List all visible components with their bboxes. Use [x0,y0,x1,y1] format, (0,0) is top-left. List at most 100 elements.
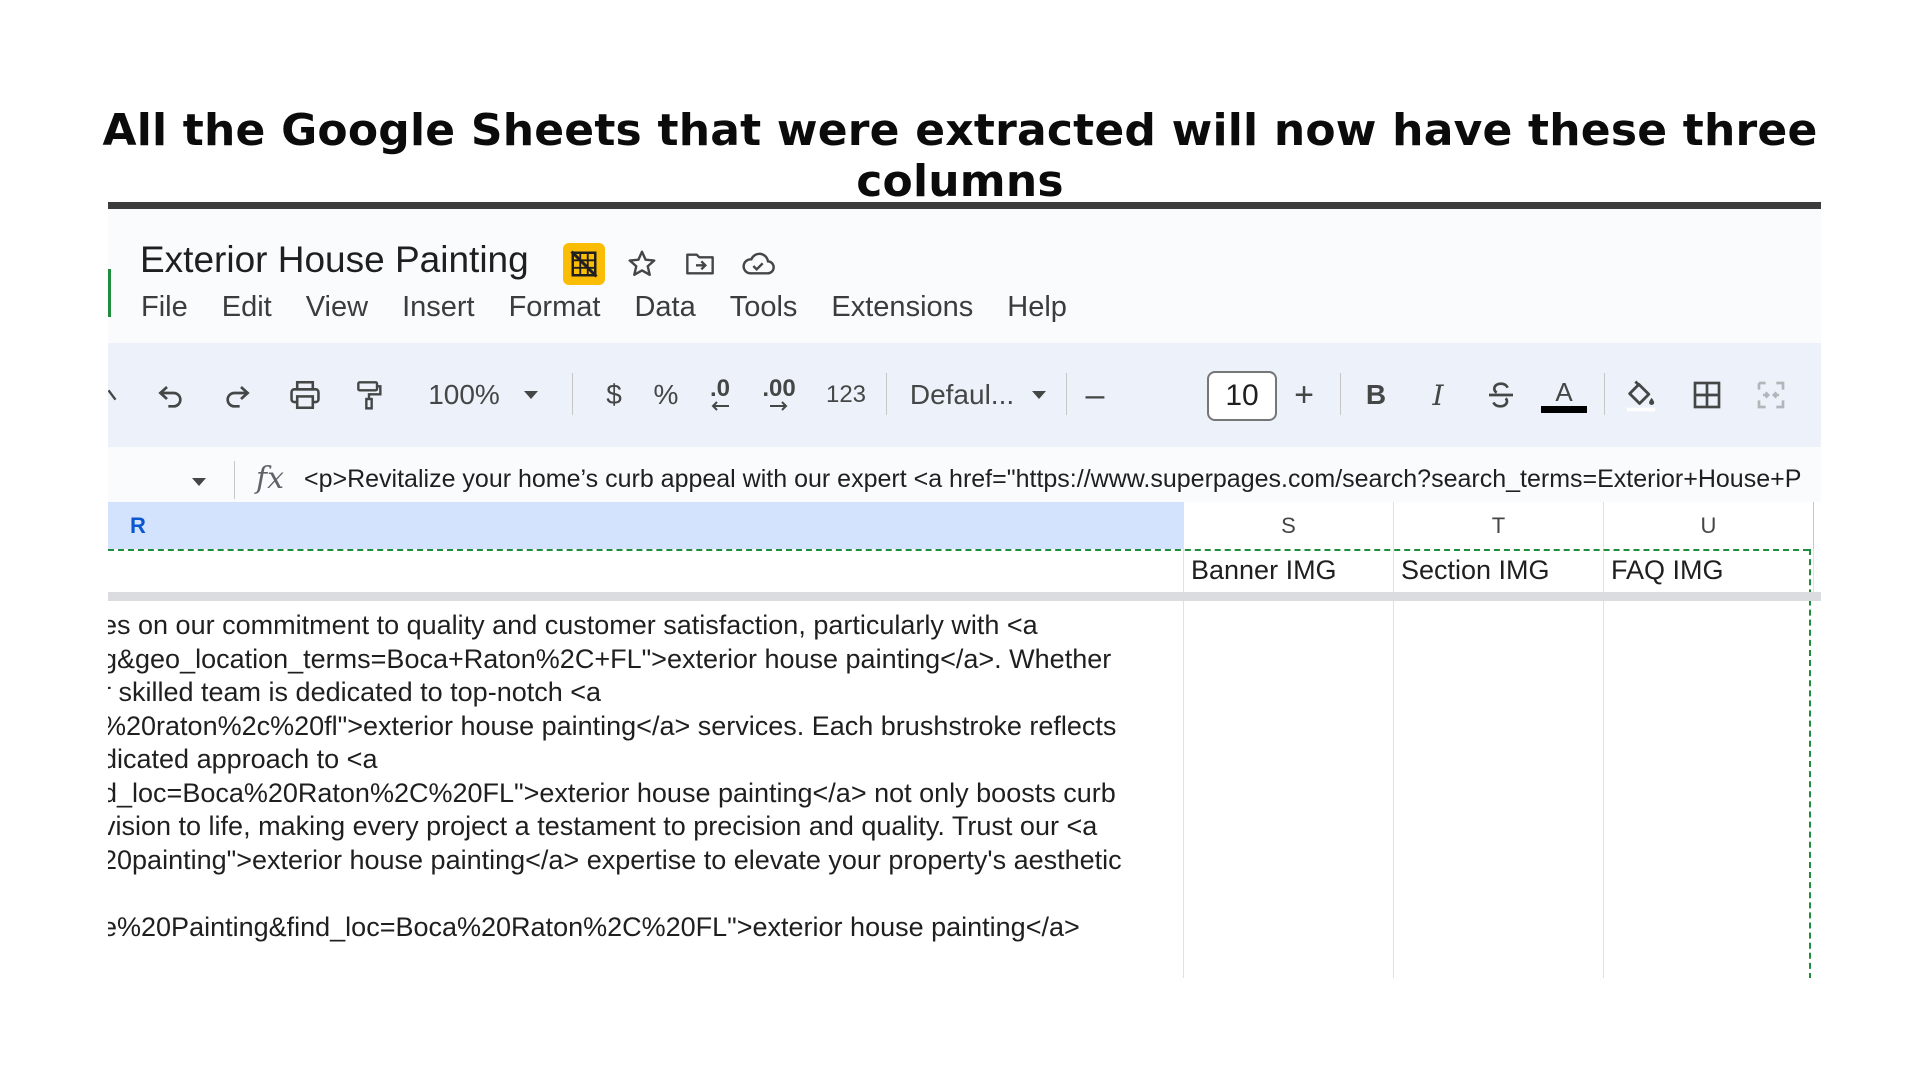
toolbar-separator [886,373,887,415]
formula-separator [234,461,235,499]
sheets-logo-edge [108,269,111,317]
cell-t1[interactable]: Section IMG [1394,549,1604,592]
menu-data[interactable]: Data [634,291,695,324]
cell-s1[interactable]: Banner IMG [1184,549,1394,592]
bold-label: B [1365,379,1387,410]
zoom-value: 100% [428,379,500,410]
italic-button[interactable]: I [1416,343,1460,447]
decrease-font-size-button[interactable]: – [1073,343,1117,447]
decrease-decimal-button[interactable]: .0 [694,343,746,447]
cell-u1[interactable]: FAQ IMG [1604,549,1814,592]
document-title[interactable]: Exterior House Painting [140,239,529,281]
cell-text-line [108,877,1174,911]
text-color-swatch [1541,405,1587,413]
arrow-left-icon [711,401,729,411]
menu-format[interactable]: Format [509,291,601,324]
star-icon[interactable] [621,243,663,285]
increase-decimal-label: .00 [762,375,796,402]
cell-text-line: dicated approach to <a [108,744,378,774]
undo-icon[interactable] [148,343,194,447]
column-s-label: S [1281,512,1296,538]
toolbar-separator [1066,373,1067,415]
header-row: Banner IMG Section IMG FAQ IMG [108,549,1821,592]
column-u-label: U [1700,512,1717,538]
cell-text-line: 20painting">exterior house painting</a> … [108,844,1122,875]
percent-label: % [653,379,679,410]
menu-view[interactable]: View [306,291,368,324]
menu-extensions[interactable]: Extensions [831,291,973,324]
font-dropdown-icon[interactable] [1026,343,1052,447]
text-color-letter: A [1555,376,1573,407]
italic-label: I [1432,378,1444,412]
cell-text-line: %20raton%2c%20fl">exterior house paintin… [108,710,1117,741]
column-t-label: T [1491,512,1506,538]
menu-insert[interactable]: Insert [402,291,475,324]
borders-icon[interactable] [1684,343,1730,447]
arrow-right-icon [770,401,788,411]
currency-label: $ [606,379,622,410]
increase-decimal-button[interactable]: .00 [748,343,810,447]
cell-r2[interactable]: es on our commitment to quality and cust… [108,609,1174,944]
column-header-s[interactable]: S [1184,502,1394,549]
minus-label: – [1085,375,1105,414]
menu-file[interactable]: File [141,291,188,324]
fx-icon: fx [256,461,285,496]
currency-format-button[interactable]: $ [592,343,636,447]
menu-help[interactable]: Help [1007,291,1067,324]
cell-text-line: g&geo_location_terms=Boca+Raton%2C+FL">e… [108,643,1112,674]
column-r-label: R [130,512,146,538]
bold-button[interactable]: B [1354,343,1398,447]
plus-label: + [1294,375,1314,414]
faq-img-header: FAQ IMG [1611,555,1724,585]
percent-format-button[interactable]: % [644,343,688,447]
title-icons [563,243,779,285]
column-headers: R S T U [108,502,1821,550]
font-size-input[interactable]: 10 [1207,371,1277,421]
increase-font-size-button[interactable]: + [1282,343,1326,447]
redo-icon[interactable] [214,343,260,447]
decrease-decimal-label: .0 [709,375,730,402]
caption-heading: All the Google Sheets that were extracte… [102,105,1818,207]
more-formats-button[interactable]: 123 [818,343,874,447]
cell-text-line: r skilled team is dedicated to top-notch… [108,677,602,707]
cell-text-line: vision to life, making every project a t… [108,811,1098,841]
more-formats-label: 123 [825,381,867,408]
hide-gridlines-icon[interactable] [563,243,605,285]
merge-cells-icon[interactable] [1748,343,1794,447]
window-top-border [108,202,1821,209]
cell-text-line: e%20Painting&find_loc=Boca%20Raton%2C%20… [108,911,1080,942]
copy-selection-border-right [1809,549,1811,978]
collapse-icon[interactable] [108,343,122,447]
cell-r1[interactable] [108,549,1184,592]
menu-tools[interactable]: Tools [730,291,798,324]
sheets-window: Exterior House Painting File Edit View I… [108,202,1821,978]
text-color-button[interactable]: A [1538,343,1590,447]
move-to-folder-icon[interactable] [679,243,721,285]
print-icon[interactable] [282,343,328,447]
zoom-dropdown-icon[interactable] [518,343,544,447]
section-img-header: Section IMG [1401,555,1550,585]
strikethrough-icon[interactable] [1478,343,1524,447]
frozen-row-divider[interactable] [108,592,1821,601]
toolbar-separator [1340,373,1341,415]
zoom-select[interactable]: 100% [420,343,508,447]
toolbar-separator [1604,373,1605,415]
menu-edit[interactable]: Edit [222,291,272,324]
paint-format-icon[interactable] [346,343,392,447]
font-family-select[interactable]: Defaul... [900,343,1024,447]
font-size-value: 10 [1225,379,1259,412]
name-box-dropdown-icon[interactable] [190,475,208,493]
banner-img-header: Banner IMG [1191,555,1337,585]
column-header-t[interactable]: T [1394,502,1604,549]
column-header-r[interactable]: R [108,502,1184,549]
cloud-status-icon[interactable] [737,243,779,285]
font-family-value: Defaul... [909,379,1015,410]
cell-text-line: d_loc=Boca%20Raton%2C%20FL">exterior hou… [108,777,1116,808]
menu-bar: File Edit View Insert Format Data Tools … [141,291,1067,324]
formula-input[interactable]: <p>Revitalize your home’s curb appeal wi… [304,465,1801,494]
fill-color-icon[interactable] [1618,343,1664,447]
column-header-u[interactable]: U [1604,502,1814,549]
toolbar: 100% $ % .0 .00 123 Defaul... – 10 + B I [108,343,1821,447]
toolbar-separator [572,373,573,415]
cell-text-line: es on our commitment to quality and cust… [108,610,1038,640]
